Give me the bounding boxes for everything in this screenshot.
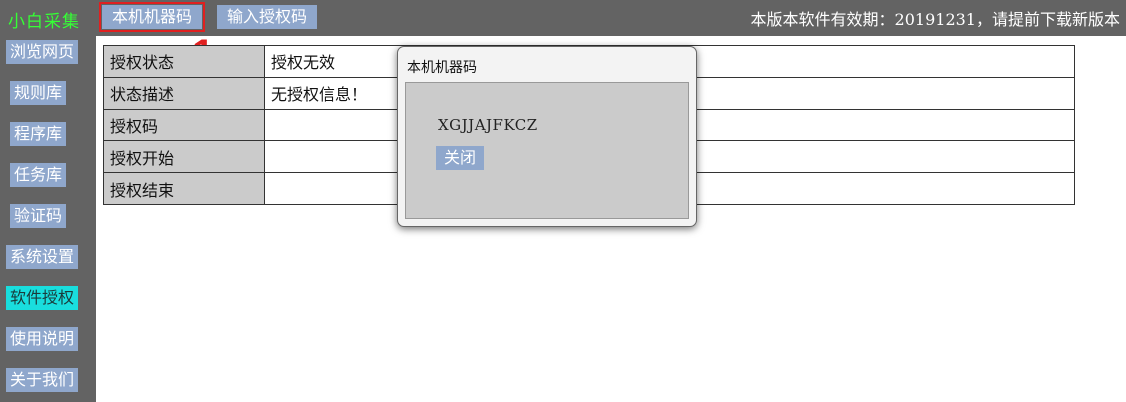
sidebar-item-browse[interactable]: 浏览网页 (6, 40, 79, 64)
app-title: 小白采集 (8, 12, 80, 32)
machine-code-dialog: 本机机器码 XGJJAJFKCZ 关闭 (397, 46, 697, 227)
dialog-title: 本机机器码 (407, 60, 477, 76)
row-key: 授权结束 (103, 172, 265, 205)
sidebar-item-tasks[interactable]: 任务库 (10, 163, 67, 187)
sidebar-item-settings[interactable]: 系统设置 (6, 245, 79, 269)
sidebar-item-rules[interactable]: 规则库 (10, 81, 67, 105)
sidebar-item-manual[interactable]: 使用说明 (6, 327, 79, 351)
machine-code-value: XGJJAJFKCZ (438, 116, 538, 134)
sidebar-item-license[interactable]: 软件授权 (6, 286, 79, 310)
sidebar-item-captcha[interactable]: 验证码 (10, 204, 67, 228)
sidebar-item-about[interactable]: 关于我们 (6, 368, 79, 392)
top-bar: 小白采集 本机机器码 输入授权码 本版本软件有效期：20191231，请提前下载… (0, 0, 1126, 36)
dialog-body: XGJJAJFKCZ 关闭 (405, 82, 689, 219)
row-key: 授权状态 (103, 45, 265, 78)
tab-machine-code[interactable]: 本机机器码 (98, 2, 206, 32)
row-key: 授权开始 (103, 140, 265, 174)
row-key: 状态描述 (103, 76, 265, 110)
tab-enter-license[interactable]: 输入授权码 (217, 5, 318, 29)
sidebar: 浏览网页 规则库 程序库 任务库 验证码 系统设置 软件授权 使用说明 关于我们 (0, 36, 96, 402)
row-key: 授权码 (103, 108, 265, 142)
close-button[interactable]: 关闭 (436, 146, 485, 170)
validity-notice: 本版本软件有效期：20191231，请提前下载新版本 (750, 10, 1120, 29)
sidebar-item-programs[interactable]: 程序库 (10, 122, 67, 146)
